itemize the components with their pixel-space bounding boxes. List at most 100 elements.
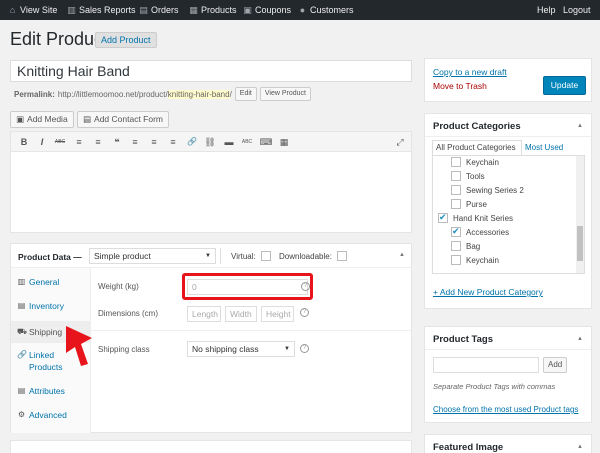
view-product-button[interactable]: View Product: [259, 87, 311, 101]
height-input[interactable]: Height: [261, 306, 294, 322]
adminbar-view-site[interactable]: ⌂ View Site: [8, 0, 58, 20]
collapse-icon[interactable]: ▲: [577, 444, 583, 450]
category-checkbox[interactable]: [451, 199, 461, 209]
divider: [425, 349, 591, 350]
page-title: Edit Product: [10, 29, 109, 49]
tag-input[interactable]: [433, 357, 539, 373]
spellcheck-button[interactable]: ABC: [240, 135, 254, 149]
list-item[interactable]: Hand Knit Series: [438, 212, 513, 223]
tab-most-used[interactable]: Most Used: [525, 143, 563, 152]
align-right-button[interactable]: ≡: [166, 135, 180, 149]
advanced-icon: ⚙: [17, 410, 26, 419]
product-type-select[interactable]: Simple product ▼: [89, 248, 216, 264]
virtual-label: Virtual:: [231, 252, 256, 261]
permalink-edit-button[interactable]: Edit: [234, 87, 257, 101]
add-new-category-link[interactable]: + Add New Product Category: [433, 287, 543, 297]
list-item[interactable]: Sewing Series 2: [451, 185, 524, 195]
tab-attributes[interactable]: ▤ Attributes: [11, 385, 91, 397]
italic-button[interactable]: I: [35, 135, 49, 149]
list-item[interactable]: Purse: [451, 199, 487, 209]
insert-link-button[interactable]: 🔗: [185, 135, 199, 149]
collapse-icon[interactable]: ▲: [399, 252, 405, 258]
divider: [91, 330, 411, 331]
category-checkbox[interactable]: [451, 185, 461, 195]
scrollbar[interactable]: [576, 156, 584, 273]
category-checkbox[interactable]: [451, 255, 461, 265]
fullscreen-icon[interactable]: ⤢: [393, 135, 407, 149]
list-item[interactable]: Bag: [451, 241, 480, 251]
add-contact-form-button[interactable]: ▤ Add Contact Form: [77, 111, 170, 128]
attributes-icon: ▤: [17, 386, 26, 395]
category-checkbox[interactable]: [451, 226, 461, 237]
blockquote-button[interactable]: ❝: [110, 135, 124, 149]
editor-toolbar: B I ABC ≡ ≡ ❝ ≡ ≡ ≡ 🔗 ⛓ ▬ ABC ⌨ ▦ ⤢: [11, 132, 411, 152]
adminbar-customers[interactable]: ● Customers: [298, 0, 354, 20]
list-item[interactable]: Tools: [451, 171, 485, 181]
featured-image-title: Featured Image: [433, 442, 504, 453]
admin-bar: ⌂ View Site ▥ Sales Reports ▤ Orders ▦ Produ…: [0, 0, 600, 20]
general-icon: ▥: [17, 277, 26, 286]
list-item[interactable]: Keychain: [451, 157, 499, 167]
move-to-trash-link[interactable]: Move to Trash: [433, 81, 487, 91]
unlink-button[interactable]: ⛓: [203, 135, 217, 149]
content-editor: B I ABC ≡ ≡ ❝ ≡ ≡ ≡ 🔗 ⛓ ▬ ABC ⌨ ▦ ⤢: [10, 131, 412, 233]
list-item[interactable]: Keychain: [451, 255, 499, 265]
publish-box: Copy to a new draft Move to Trash Update: [424, 58, 592, 102]
adminbar-products[interactable]: ▦ Products: [189, 0, 236, 20]
red-arrow-icon: [66, 326, 92, 366]
next-metabox: [10, 440, 412, 453]
width-input[interactable]: Width: [225, 306, 257, 322]
weight-label: Weight (kg): [98, 282, 139, 291]
product-data-label: Product Data —: [18, 252, 82, 262]
align-left-button[interactable]: ≡: [128, 135, 142, 149]
toolbar-toggle-button[interactable]: ▦: [277, 135, 291, 149]
update-button[interactable]: Update: [543, 76, 586, 95]
copy-draft-link[interactable]: Copy to a new draft: [433, 67, 507, 77]
tab-inventory[interactable]: ▤ Inventory: [11, 300, 91, 312]
shipping-class-select[interactable]: No shipping class ▼: [187, 341, 295, 357]
align-center-button[interactable]: ≡: [147, 135, 161, 149]
add-tag-button[interactable]: Add: [543, 357, 567, 373]
editor-content-area[interactable]: [11, 153, 411, 232]
length-input[interactable]: Length: [187, 306, 221, 322]
category-list: Keychain Tools Sewing Series 2 Purse Han…: [432, 155, 585, 274]
add-product-button[interactable]: Add Product: [95, 32, 157, 48]
downloadable-checkbox[interactable]: [337, 251, 347, 261]
choose-most-used-tags-link[interactable]: Choose from the most used Product tags: [433, 405, 578, 414]
home-icon: ⌂: [9, 4, 16, 15]
help-icon: ?: [300, 308, 309, 317]
scrollbar-thumb[interactable]: [577, 226, 583, 261]
product-tags-box: Product Tags ▲ Add Separate Product Tags…: [424, 326, 592, 423]
virtual-checkbox[interactable]: [261, 251, 271, 261]
tab-all-categories[interactable]: All Product Categories: [432, 140, 522, 155]
distraction-free-button[interactable]: ⌨: [259, 135, 273, 149]
product-data-header: Product Data — Simple product ▼ Virtual: …: [11, 244, 411, 268]
read-more-button[interactable]: ▬: [222, 135, 236, 149]
tab-general[interactable]: ▥ General: [11, 276, 91, 288]
adminbar-coupons[interactable]: ▣ Coupons: [243, 0, 291, 20]
add-media-button[interactable]: ▣ Add Media: [10, 111, 74, 128]
adminbar-orders[interactable]: ▤ Orders: [139, 0, 178, 20]
tags-title: Product Tags: [433, 334, 493, 345]
highlight-box: [182, 273, 313, 300]
category-checkbox[interactable]: [451, 241, 461, 251]
category-checkbox[interactable]: [451, 157, 461, 167]
product-title-input[interactable]: [10, 60, 412, 82]
list-item[interactable]: Accessories: [451, 226, 509, 237]
numbered-list-button[interactable]: ≡: [91, 135, 105, 149]
permalink-url[interactable]: http://littlemoomoo.net/product/knitting…: [58, 89, 232, 99]
chevron-down-icon: ▼: [284, 346, 290, 352]
tags-hint: Separate Product Tags with commas: [433, 382, 556, 391]
bullet-list-button[interactable]: ≡: [72, 135, 86, 149]
tab-advanced[interactable]: ⚙ Advanced: [11, 409, 91, 421]
adminbar-sales-reports[interactable]: ▥ Sales Reports: [67, 0, 135, 20]
category-checkbox[interactable]: [438, 212, 448, 223]
adminbar-logout[interactable]: Logout: [563, 0, 591, 20]
category-checkbox[interactable]: [451, 171, 461, 181]
collapse-icon[interactable]: ▲: [577, 123, 583, 129]
adminbar-help[interactable]: Help: [537, 0, 556, 20]
dimensions-label: Dimensions (cm): [98, 309, 159, 318]
collapse-icon[interactable]: ▲: [577, 336, 583, 342]
bold-button[interactable]: B: [17, 135, 31, 149]
strikethrough-button[interactable]: ABC: [53, 135, 67, 149]
